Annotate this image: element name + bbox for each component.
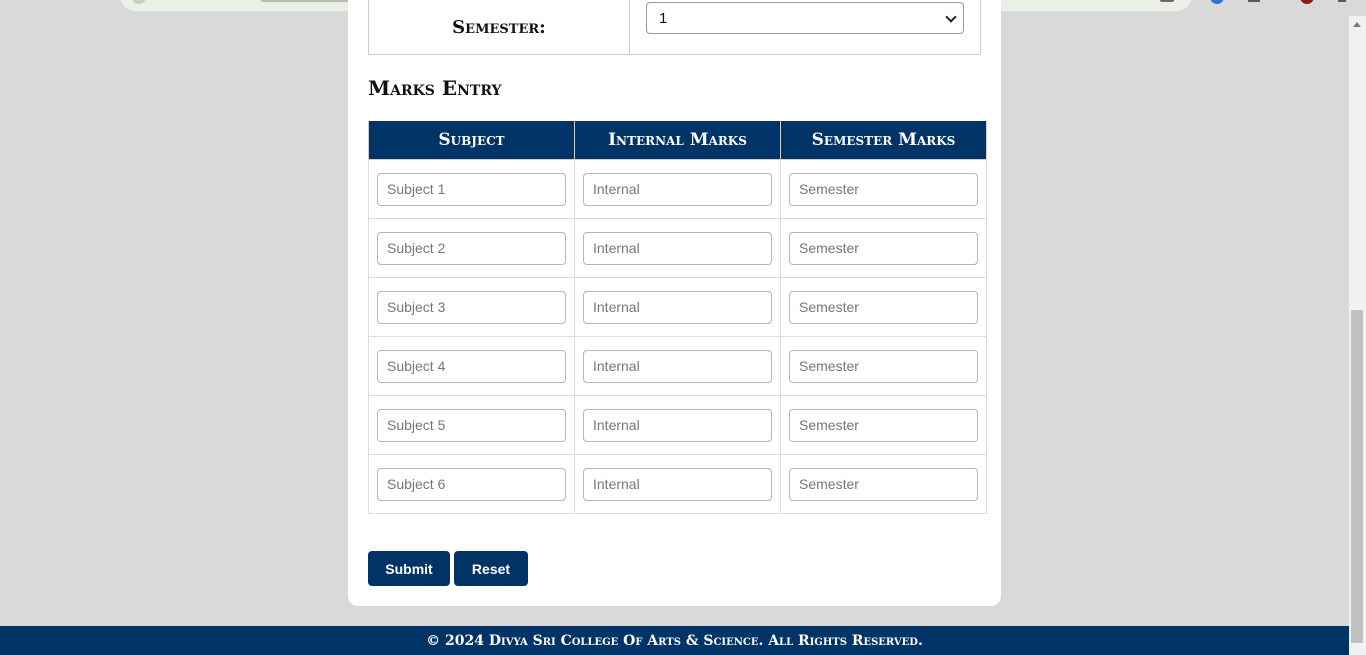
- internal-marks-input[interactable]: [583, 231, 772, 265]
- table-row: [368, 336, 987, 396]
- subject-cell: [368, 336, 575, 396]
- table-row: [368, 159, 987, 219]
- internal-cell: [574, 336, 781, 396]
- marks-entry-title: Marks Entry: [368, 76, 502, 100]
- menu-icon[interactable]: [1338, 0, 1346, 2]
- subject-input[interactable]: [377, 290, 566, 324]
- semester-cell: [780, 336, 987, 396]
- page-scrollbar[interactable]: [1349, 16, 1366, 655]
- subject-input[interactable]: [377, 349, 566, 383]
- column-header-subject: Subject: [368, 121, 575, 160]
- marks-table-header: Subject Internal Marks Semester Marks: [368, 121, 987, 160]
- subject-input[interactable]: [377, 172, 566, 206]
- subject-input[interactable]: [377, 408, 566, 442]
- semester-cell: [780, 218, 987, 278]
- scroll-up-arrow-icon[interactable]: [1353, 22, 1361, 27]
- marks-table: Subject Internal Marks Semester Marks: [368, 121, 987, 514]
- semester-marks-input[interactable]: [789, 467, 978, 501]
- internal-cell: [574, 159, 781, 219]
- submit-button[interactable]: Submit: [368, 551, 450, 586]
- internal-marks-input[interactable]: [583, 408, 772, 442]
- column-header-semester-marks: Semester Marks: [780, 121, 987, 160]
- table-row: [368, 395, 987, 455]
- marks-form-card: Semester: 1 Marks Entry Subject Internal…: [348, 0, 1001, 606]
- subject-input[interactable]: [377, 231, 566, 265]
- semester-select[interactable]: 1: [646, 2, 964, 34]
- semester-marks-input[interactable]: [789, 290, 978, 324]
- chevron-down-icon: [945, 11, 957, 23]
- semester-cell: [780, 159, 987, 219]
- subject-input[interactable]: [377, 467, 566, 501]
- semester-cell: [780, 277, 987, 337]
- semester-marks-input[interactable]: [789, 349, 978, 383]
- subject-cell: [368, 218, 575, 278]
- table-row: [368, 218, 987, 278]
- semester-label: Semester:: [369, 0, 630, 54]
- subject-cell: [368, 277, 575, 337]
- semester-select-value: 1: [659, 9, 668, 27]
- scrollbar-thumb[interactable]: [1351, 310, 1363, 643]
- semester-cell: [780, 454, 987, 514]
- subject-cell: [368, 395, 575, 455]
- internal-marks-input[interactable]: [583, 467, 772, 501]
- semester-marks-input[interactable]: [789, 408, 978, 442]
- extension-icon[interactable]: [1210, 0, 1224, 4]
- semester-marks-input[interactable]: [789, 231, 978, 265]
- semester-marks-input[interactable]: [789, 172, 978, 206]
- subject-cell: [368, 159, 575, 219]
- bookmark-star-icon[interactable]: [1160, 0, 1174, 2]
- semester-cell: [780, 395, 987, 455]
- internal-marks-input[interactable]: [583, 172, 772, 206]
- table-row: [368, 277, 987, 337]
- internal-cell: [574, 277, 781, 337]
- table-row: [368, 454, 987, 514]
- internal-cell: [574, 395, 781, 455]
- subject-cell: [368, 454, 575, 514]
- reset-button[interactable]: Reset: [454, 551, 528, 586]
- tab-search-icon[interactable]: [1248, 0, 1260, 2]
- internal-marks-input[interactable]: [583, 290, 772, 324]
- internal-cell: [574, 218, 781, 278]
- semester-row: Semester: 1: [368, 0, 981, 55]
- footer-copyright: © 2024 Divya Sri College Of Arts & Scien…: [426, 632, 923, 649]
- internal-marks-input[interactable]: [583, 349, 772, 383]
- internal-cell: [574, 454, 781, 514]
- profile-avatar-icon[interactable]: [1300, 0, 1314, 4]
- column-header-internal-marks: Internal Marks: [574, 121, 781, 160]
- page-footer: © 2024 Divya Sri College Of Arts & Scien…: [0, 626, 1349, 655]
